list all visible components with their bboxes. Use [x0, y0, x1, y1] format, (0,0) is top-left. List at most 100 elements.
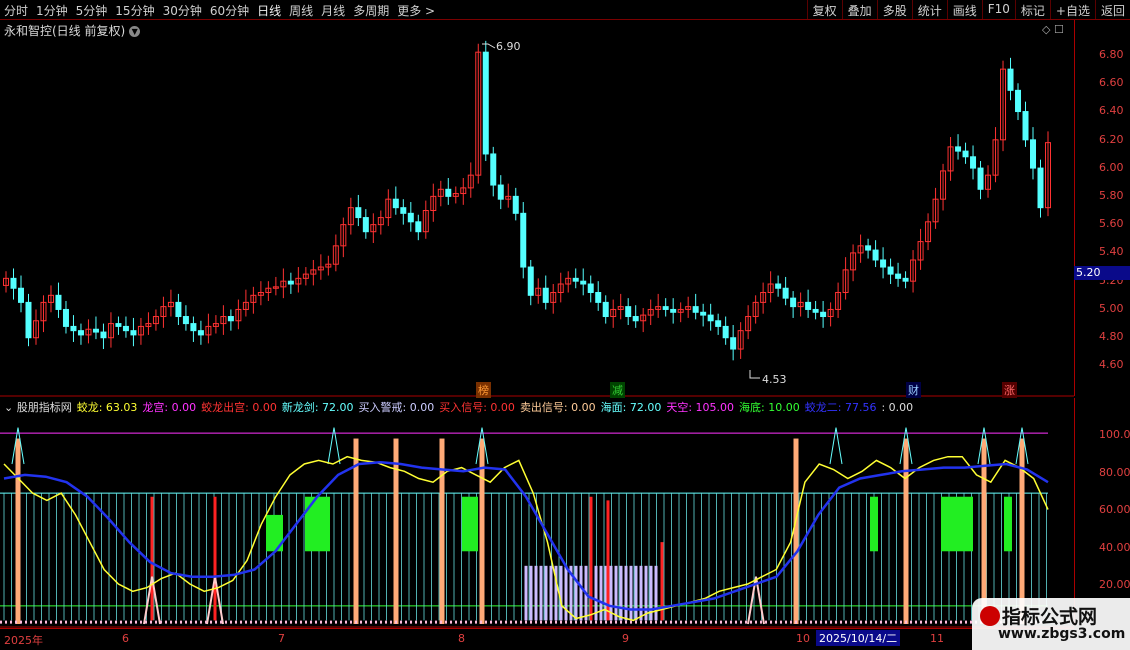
current-price-label: 5.20: [1074, 266, 1130, 280]
watermark-url: www.zbgs3.com: [998, 626, 1126, 642]
candle-body: [190, 323, 197, 332]
candle-body: [625, 306, 632, 318]
indicator-value: 买入警戒: 0.00: [358, 401, 435, 414]
candle-body: [400, 207, 407, 214]
low-pointer: [749, 370, 760, 379]
candle-body: [542, 287, 549, 303]
indicator-name[interactable]: ⌄ 股朋指标网: [4, 401, 72, 414]
date-tick: 8: [458, 632, 465, 645]
date-tick: 2025年: [4, 634, 43, 647]
indicator-axis: 100.00 80.00 60.00 40.00 20.00: [1074, 398, 1130, 626]
indicator-tick: 80.00: [1099, 465, 1130, 479]
indicator-value: 新龙剑: 72.00: [281, 401, 354, 414]
sell-bar: [479, 438, 485, 624]
green-block: [870, 496, 878, 552]
candle-body: [805, 301, 812, 310]
date-cursor: 2025/10/14/二: [816, 630, 901, 646]
candle-body: [880, 259, 887, 268]
signal-marker: 榜: [476, 382, 491, 398]
candle-body: [602, 301, 609, 318]
candle-body: [572, 277, 579, 282]
indicator-tick: 60.00: [1099, 503, 1130, 516]
sell-bar: [1019, 438, 1025, 624]
candle-body: [1037, 167, 1044, 209]
candle-body: [865, 245, 872, 251]
date-tick: 9: [622, 632, 629, 645]
candle-body: [812, 308, 819, 313]
candle-body: [730, 337, 737, 350]
candle-body: [692, 306, 699, 313]
candle-body: [587, 283, 594, 293]
candle-body: [17, 287, 24, 303]
candle-body: [10, 277, 17, 289]
price-tick: 4.80: [1099, 330, 1124, 343]
candle-body: [115, 323, 122, 327]
candle-body: [415, 221, 422, 233]
candle-body: [527, 266, 534, 296]
candle-body: [722, 325, 729, 339]
watermark: 指标公式网 www.zbgs3.com: [972, 598, 1130, 650]
price-tick: 5.80: [1099, 189, 1124, 202]
date-tick: 10: [796, 632, 810, 645]
candle-body: [362, 217, 369, 233]
candle-body: [355, 207, 362, 219]
indicator-value: 卖出信号: 0.00: [519, 401, 596, 414]
price-tick: 4.60: [1099, 358, 1124, 372]
candle-body: [55, 294, 62, 310]
signal-marker: 减: [610, 382, 625, 398]
candle-body: [895, 273, 902, 279]
price-tick: 6.60: [1099, 76, 1124, 90]
candle-body: [100, 331, 107, 339]
candle-body: [775, 283, 782, 289]
candle-body: [670, 308, 677, 313]
price-axis: 6.80 6.60 6.40 6.20 6.00 5.80 5.60 5.40 5.20 5.00…: [1074, 20, 1130, 396]
candle-body: [227, 316, 234, 322]
candle-body: [970, 156, 977, 169]
candle-body: [77, 330, 84, 336]
sell-bar: [439, 438, 445, 624]
date-tick: 7: [278, 632, 285, 645]
candle-body: [392, 198, 399, 209]
price-tick: 5.40: [1099, 245, 1124, 259]
candle-body: [820, 311, 827, 318]
candle-body: [512, 195, 519, 214]
indicator-value: : 0.00: [881, 401, 914, 414]
indicator-value: 蛟龙二: 77.56: [804, 401, 877, 414]
candlestick-chart[interactable]: 6.90 4.53: [0, 0, 1130, 650]
candle-body: [70, 325, 77, 332]
indicator-tick: 100.00: [1099, 428, 1130, 441]
indicator-value: 海底: 10.00: [739, 401, 800, 414]
indicator-value: 买入信号: 0.00: [439, 401, 515, 414]
green-block: [305, 496, 330, 552]
green-block: [941, 496, 973, 552]
candle-body: [197, 330, 204, 336]
price-tick: 5.60: [1099, 217, 1124, 231]
candle-body: [887, 266, 894, 275]
candle-body: [130, 330, 137, 336]
candle-body: [1007, 68, 1014, 91]
signal-marker: 涨: [1002, 382, 1017, 398]
candle-body: [1022, 111, 1029, 141]
candle-body: [287, 280, 294, 285]
candle-body: [1030, 139, 1037, 169]
candle-body: [25, 301, 32, 339]
sell-bar: [903, 438, 909, 624]
candle-body: [482, 51, 489, 155]
candle-body: [632, 316, 639, 322]
price-tick: 6.20: [1099, 132, 1124, 146]
candle-body: [92, 328, 99, 333]
indicator-value: 天空: 105.00: [666, 401, 735, 414]
candle-body: [955, 146, 962, 152]
sell-bar: [393, 438, 399, 624]
candle-body: [707, 314, 714, 322]
price-tick: 6.40: [1099, 104, 1124, 118]
candle-body: [1015, 89, 1022, 113]
candle-body: [445, 188, 452, 197]
price-tick: 5.00: [1099, 301, 1124, 315]
indicator-legend: ⌄ 股朋指标网 蛟龙: 63.03 龙宫: 0.00 蛟龙出宫: 0.00 新龙剑: 7…: [4, 399, 918, 415]
high-pointer: [482, 43, 496, 49]
candle-body: [62, 308, 69, 327]
candle-body: [490, 153, 497, 186]
price-tick: 6.00: [1099, 160, 1124, 174]
indicator-value: 蛟龙出宫: 0.00: [201, 401, 277, 414]
